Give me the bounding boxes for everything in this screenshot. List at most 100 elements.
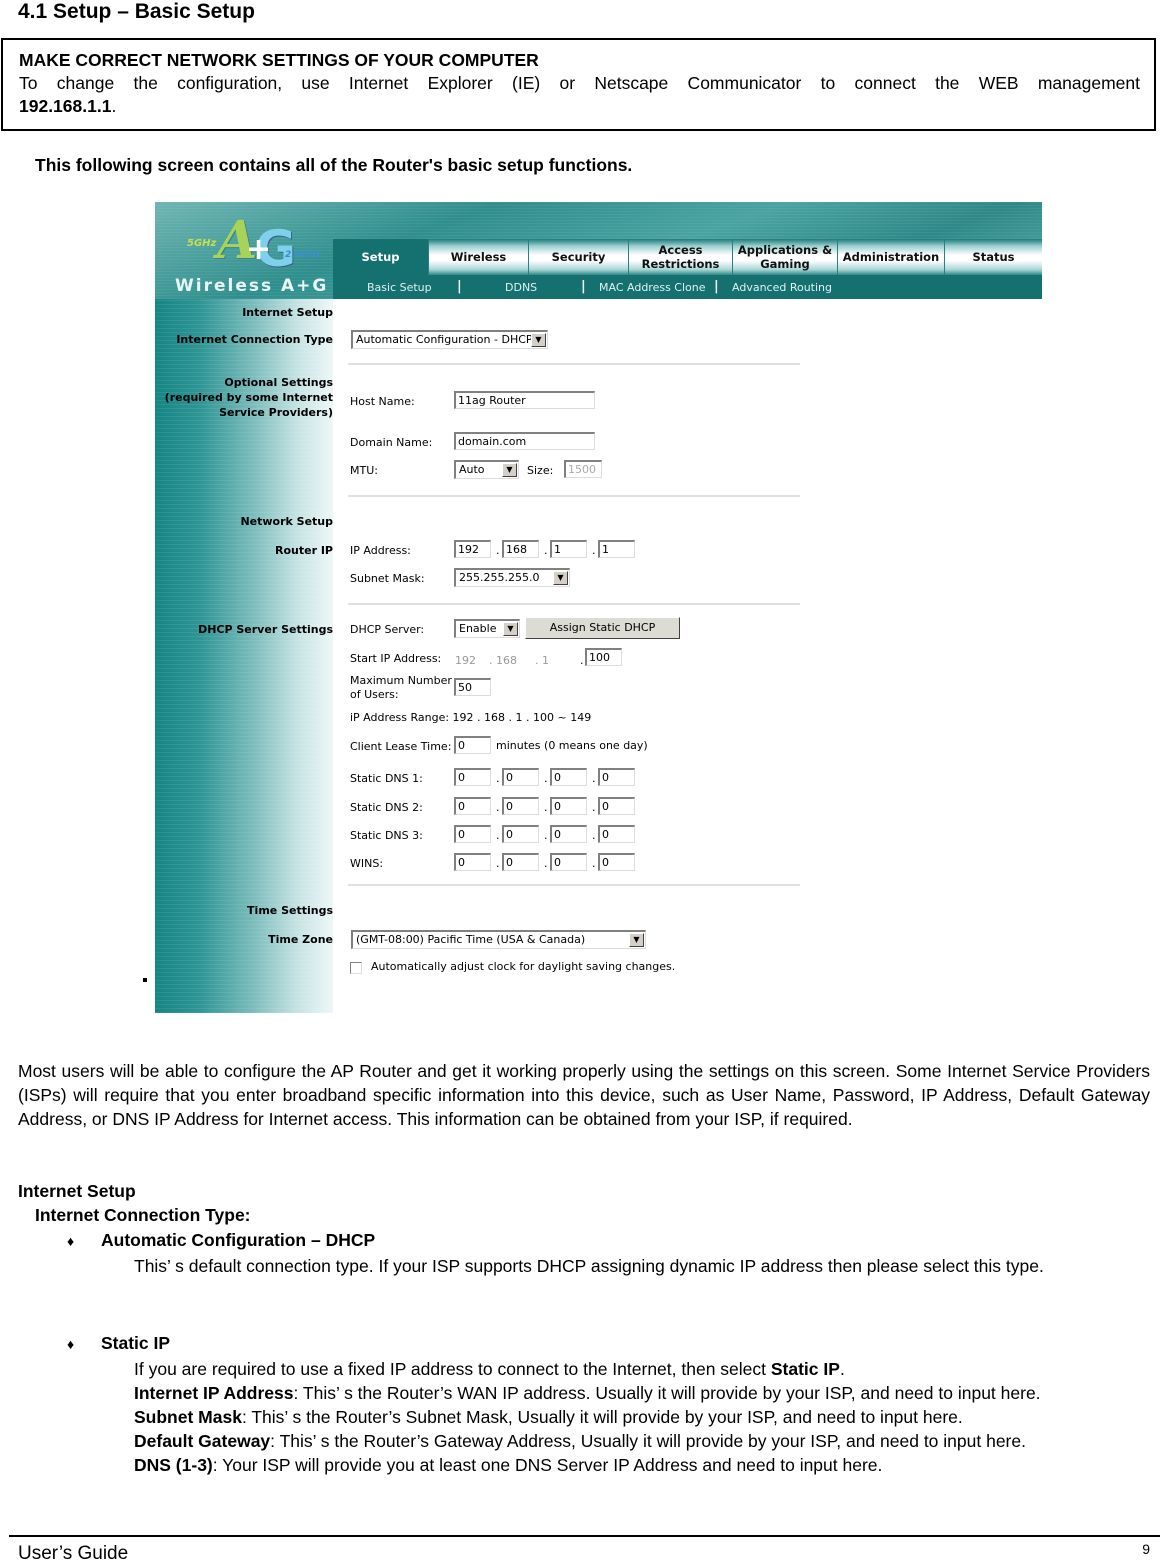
octet-dot: . (580, 654, 584, 667)
static-ip-line: Default Gateway: This’ s the Router’s Ga… (134, 1429, 1144, 1453)
mtu-size-input[interactable]: 1500 (564, 460, 602, 478)
dns-octet-input[interactable]: 0 (454, 853, 491, 871)
domain-name-input[interactable]: domain.com (454, 432, 595, 450)
ip-octet-2[interactable]: 168 (502, 540, 539, 558)
intro-text: This following screen contains all of th… (35, 155, 633, 175)
host-name-input[interactable]: 11ag Router (454, 391, 595, 409)
subtab-separator: | (457, 279, 462, 294)
tab-wireless[interactable]: Wireless (429, 239, 529, 275)
static-ip-line: DNS (1-3): Your ISP will provide you at … (134, 1453, 1144, 1477)
domain-name-label: Domain Name: (350, 436, 433, 449)
ip-octet-3[interactable]: 1 (550, 540, 587, 558)
dns-octet-input[interactable]: 0 (550, 768, 587, 786)
notice-ip-suffix: . (111, 96, 117, 116)
lease-time-input[interactable]: 0 (454, 736, 491, 754)
dns-octet-input[interactable]: 0 (550, 825, 587, 843)
octet-dot: . (592, 544, 596, 557)
label-optional-note2: Service Providers) (219, 406, 333, 419)
start-ip-label: Start IP Address: (350, 652, 442, 665)
subtab-basic-setup[interactable]: Basic Setup (367, 281, 432, 294)
label-dhcp-settings: DHCP Server Settings (198, 623, 333, 636)
logo-wordmark: Wireless A+G (175, 276, 329, 296)
subtab-ddns[interactable]: DDNS (505, 281, 537, 294)
dns-octet-input[interactable]: 0 (502, 825, 539, 843)
static-ip-line: Internet IP Address: This’ s the Router’… (134, 1381, 1144, 1405)
dns-octet-input[interactable]: 0 (502, 797, 539, 815)
start-ip-octet-2: . 168 (489, 654, 517, 667)
subtab-advanced-routing[interactable]: Advanced Routing (732, 281, 832, 294)
notice-ip: 192.168.1.1 (19, 96, 112, 116)
static-ip-line: If you are required to use a fixed IP ad… (134, 1357, 1144, 1381)
time-zone-select[interactable]: (GMT-08:00) Pacific Time (USA & Canada) … (351, 930, 646, 949)
start-ip-last-octet-input[interactable]: 100 (585, 648, 622, 666)
tab-access-restrictions[interactable]: Access Restrictions (629, 239, 733, 275)
lease-time-label: Client Lease Time: (350, 740, 452, 753)
line-term: Internet IP Address (134, 1383, 294, 1403)
tab-setup[interactable]: Setup (333, 239, 429, 275)
dhcp-server-select[interactable]: Enable ▼ (454, 619, 520, 638)
logo-24ghz: 2.4GHz (285, 250, 322, 260)
start-ip-octet-1: 192 (455, 654, 476, 667)
ip-octet-4[interactable]: 1 (598, 540, 635, 558)
static-ip-line: Subnet Mask: This’ s the Router’s Subnet… (134, 1405, 1144, 1429)
octet-dot: . (544, 801, 548, 814)
dns-row-label: Static DNS 3: (350, 829, 423, 842)
label-optional-note1: (required by some Internet (164, 391, 333, 404)
ip-octet-1[interactable]: 192 (454, 540, 491, 558)
dns-octet-input[interactable]: 0 (598, 825, 635, 843)
bullet-title-static-ip: Static IP (101, 1333, 171, 1353)
notice-body: To change the configuration, use Interne… (19, 73, 1140, 93)
dns-octet-input[interactable]: 0 (550, 797, 587, 815)
line-text: : This’ s the Router’s Subnet Mask, Usua… (241, 1407, 963, 1427)
mtu-value: Auto (459, 463, 485, 476)
octet-dot: . (544, 772, 548, 785)
logo-plus: + (246, 232, 272, 267)
label-internet-setup: Internet Setup (242, 306, 333, 319)
dst-label: Automatically adjust clock for daylight … (371, 960, 676, 973)
dns-octet-input[interactable]: 0 (454, 825, 491, 843)
tab-administration[interactable]: Administration (838, 239, 945, 275)
label-connection-type: Internet Connection Type (176, 333, 333, 346)
mtu-label: MTU: (350, 464, 378, 477)
subtab-mac-address-clone[interactable]: MAC Address Clone (599, 281, 706, 294)
max-users-label-1: Maximum Number (350, 674, 452, 687)
internet-setup-heading: Internet Setup (18, 1181, 136, 1201)
max-users-input[interactable]: 50 (454, 678, 491, 696)
octet-dot: . (496, 801, 500, 814)
dns-octet-input[interactable]: 0 (598, 797, 635, 815)
connection-type-select[interactable]: Automatic Configuration - DHCP ▼ (351, 330, 548, 349)
subnet-mask-select[interactable]: 255.255.255.0 ▼ (454, 568, 570, 587)
dns-octet-input[interactable]: 0 (550, 853, 587, 871)
octet-dot: . (544, 829, 548, 842)
dns-octet-input[interactable]: 0 (598, 768, 635, 786)
chevron-down-icon: ▼ (629, 933, 644, 947)
section-title: 4.1 Setup – Basic Setup (18, 0, 255, 23)
label-time-zone: Time Zone (268, 933, 333, 946)
assign-static-dhcp-button[interactable]: Assign Static DHCP (525, 617, 680, 639)
dns-octet-input[interactable]: 0 (598, 853, 635, 871)
dst-checkbox[interactable] (350, 962, 362, 974)
ip-range-text: iP Address Range: 192 . 168 . 1 . 100 ~ … (350, 711, 592, 724)
tab-applications-gaming[interactable]: Applications & Gaming (733, 239, 838, 275)
dns-octet-input[interactable]: 0 (502, 768, 539, 786)
dns-octet-input[interactable]: 0 (454, 768, 491, 786)
page-number: 9 (1142, 1541, 1150, 1557)
notice-heading: MAKE CORRECT NETWORK SETTINGS OF YOUR CO… (19, 50, 539, 70)
octet-dot: . (496, 544, 500, 557)
diamond-bullet-icon: ♦ (67, 1233, 75, 1249)
ip-address-label: IP Address: (350, 544, 411, 557)
octet-dot: . (496, 772, 500, 785)
notice-ip-line: 192.168.1.1. (19, 95, 1140, 118)
tab-status[interactable]: Status (945, 239, 1042, 275)
dns-octet-input[interactable]: 0 (454, 797, 491, 815)
mtu-select[interactable]: Auto ▼ (454, 460, 519, 479)
label-router-ip: Router IP (275, 544, 333, 557)
dns-octet-input[interactable]: 0 (502, 853, 539, 871)
label-optional-settings: Optional Settings (224, 376, 333, 389)
notice-box: MAKE CORRECT NETWORK SETTINGS OF YOUR CO… (1, 38, 1156, 131)
octet-dot: . (544, 544, 548, 557)
diamond-bullet-icon: ♦ (67, 1336, 75, 1352)
tab-security[interactable]: Security (529, 239, 629, 275)
subtab-separator: | (714, 279, 719, 294)
lease-time-suffix: minutes (0 means one day) (496, 739, 648, 752)
